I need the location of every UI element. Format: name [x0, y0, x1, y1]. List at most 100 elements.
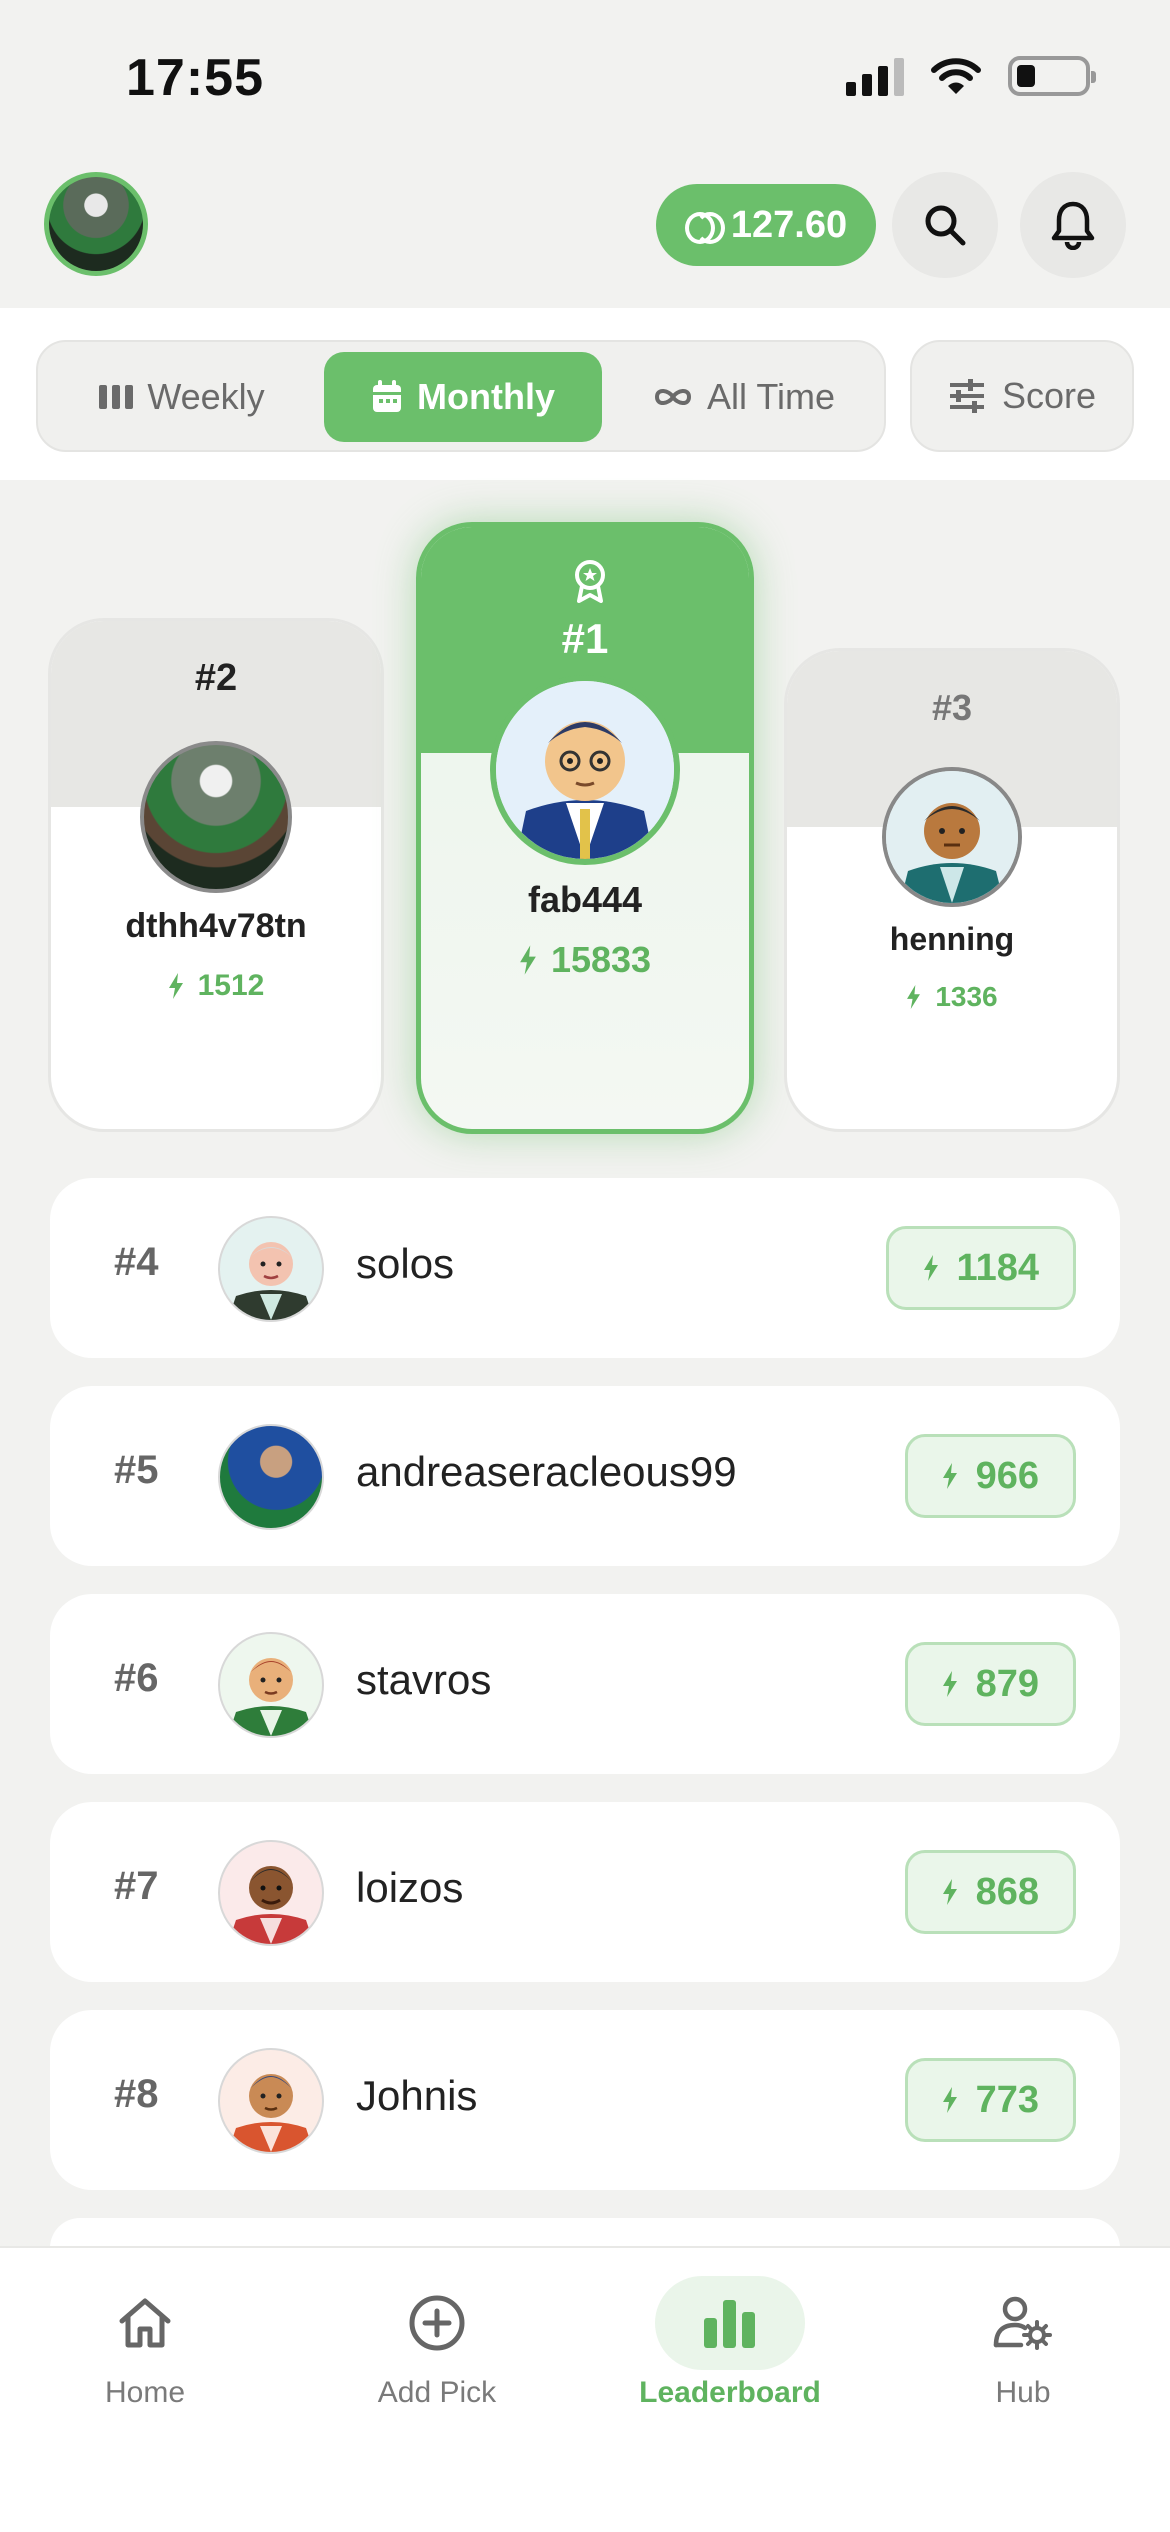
balance-pill[interactable]: 127.60: [656, 184, 876, 266]
podium-first-rank: #1: [561, 615, 609, 662]
leaderboard-row[interactable]: #7 loizos 868: [50, 1802, 1120, 1982]
bolt-icon: [923, 1255, 938, 1281]
podium-first-name: fab444: [527, 879, 643, 920]
podium-third-rank: #3: [931, 687, 973, 728]
podium-third-points: 1336: [787, 981, 1117, 1013]
infinity-icon: [654, 389, 691, 405]
podium-third-name: henning: [889, 921, 1015, 957]
nav-add-pick-label: Add Pick: [377, 2376, 497, 2409]
notifications-button[interactable]: [1020, 172, 1126, 278]
row-points: 868: [975, 1870, 1039, 1913]
row-rank: #4: [114, 1240, 159, 1284]
battery-icon: [1008, 56, 1096, 96]
tab-all-time[interactable]: All Time: [614, 352, 874, 442]
tab-all-time-label: All Time: [706, 376, 836, 417]
row-name: loizos: [356, 1864, 464, 1911]
nav-hub-label: Hub: [995, 2376, 1051, 2409]
avatar-cartoon: [882, 767, 1022, 907]
tab-monthly-label: Monthly: [417, 376, 555, 417]
row-rank: #7: [114, 1864, 159, 1908]
row-rank: #8: [114, 2072, 159, 2116]
bolt-icon: [942, 2087, 957, 2113]
nav-add-pick[interactable]: Add Pick: [312, 2276, 562, 2410]
tab-monthly[interactable]: Monthly: [324, 352, 602, 442]
leaderboard-row[interactable]: #8 Johnis 773: [50, 2010, 1120, 2190]
row-points: 773: [975, 2078, 1039, 2121]
user-settings-icon: [993, 2296, 1052, 2350]
bolt-icon: [942, 1671, 957, 1697]
bolt-icon: [168, 973, 183, 999]
avatar-cartoon: [218, 1216, 324, 1322]
avatar-photo: [218, 1424, 324, 1530]
row-name: andreaseracleous99: [356, 1448, 737, 1495]
score-sort-label: Score: [1001, 375, 1097, 416]
status-icons: [846, 56, 1096, 96]
bolt-icon: [942, 1879, 957, 1905]
row-points: 1184: [956, 1246, 1039, 1289]
add-circle-icon: [409, 2295, 465, 2351]
row-name: solos: [356, 1240, 455, 1287]
row-points-badge: 1184: [885, 1226, 1076, 1310]
nav-home[interactable]: Home: [20, 2276, 270, 2410]
row-points-badge: 773: [904, 2058, 1076, 2142]
podium-second-name: dthh4v78tn: [125, 907, 307, 945]
bottom-nav: Home Add Pick Leaderboard Hub: [0, 2246, 1170, 2532]
podium-second-points: 1512: [51, 969, 381, 1003]
podium-first[interactable]: #1 fab444 15833: [416, 522, 754, 1134]
home-icon: [119, 2298, 171, 2348]
podium-second[interactable]: #2 dthh4v78tn 1512: [48, 618, 384, 1132]
avatar-illustration: [228, 1658, 314, 1736]
bolt-icon: [907, 985, 921, 1009]
row-points-badge: 879: [904, 1642, 1076, 1726]
avatar-illustration: [228, 1866, 314, 1944]
podium-second-rank: #2: [194, 657, 238, 699]
avatar-photo: [140, 741, 292, 893]
award-icon: [575, 560, 605, 603]
nav-leaderboard-label: Leaderboard: [639, 2376, 821, 2409]
period-selector: Weekly Monthly All Time: [36, 340, 886, 452]
leaderboard-row[interactable]: #4 solos 1184: [50, 1178, 1120, 1358]
row-rank: #5: [114, 1448, 159, 1492]
avatar-illustration: [496, 681, 674, 859]
avatar-cartoon: [218, 2048, 324, 2154]
balance-value: 127.60: [730, 203, 848, 246]
tab-weekly-label: Weekly: [147, 376, 265, 417]
avatar-cartoon: [490, 675, 680, 865]
row-points: 879: [975, 1662, 1039, 1705]
status-time: 17:55: [126, 49, 264, 107]
podium-second-points-value: 1512: [197, 969, 265, 1002]
bolt-icon: [520, 945, 536, 975]
nav-leaderboard[interactable]: Leaderboard: [605, 2276, 855, 2410]
score-sort-button[interactable]: Score: [910, 340, 1134, 452]
tab-weekly[interactable]: Weekly: [52, 352, 312, 442]
columns-icon: [99, 385, 134, 409]
row-points-badge: 868: [904, 1850, 1076, 1934]
bell-icon: [1051, 201, 1095, 250]
app-screen: 17:55 127.60 Weekly Monthly All Time Sco…: [0, 0, 1170, 2532]
row-name: stavros: [356, 1656, 492, 1703]
avatar-illustration: [886, 771, 1018, 903]
nav-home-label: Home: [104, 2376, 186, 2409]
avatar-illustration: [228, 1242, 314, 1320]
leaderboard-row[interactable]: #5 andreaseracleous99 966: [50, 1386, 1120, 1566]
profile-avatar[interactable]: [44, 172, 148, 276]
podium-first-points: 15833: [421, 939, 749, 981]
coin-icon: [684, 208, 725, 244]
signal-icon: [846, 56, 904, 96]
podium-first-points-value: 15833: [550, 939, 652, 980]
row-points: 966: [975, 1454, 1039, 1497]
avatar-cartoon: [218, 1840, 324, 1946]
row-points-badge: 966: [904, 1434, 1076, 1518]
podium-third[interactable]: #3 henning 1336: [784, 648, 1120, 1132]
avatar-illustration: [228, 2074, 314, 2152]
leaderboard-row[interactable]: #6 stavros 879: [50, 1594, 1120, 1774]
row-name: Johnis: [356, 2072, 478, 2119]
bolt-icon: [942, 1463, 957, 1489]
avatar-cartoon: [218, 1632, 324, 1738]
row-rank: #6: [114, 1656, 159, 1700]
bar-chart-icon: [704, 2300, 755, 2348]
nav-hub[interactable]: Hub: [898, 2276, 1148, 2410]
search-icon: [925, 205, 966, 246]
wifi-icon: [931, 58, 981, 94]
search-button[interactable]: [892, 172, 998, 278]
